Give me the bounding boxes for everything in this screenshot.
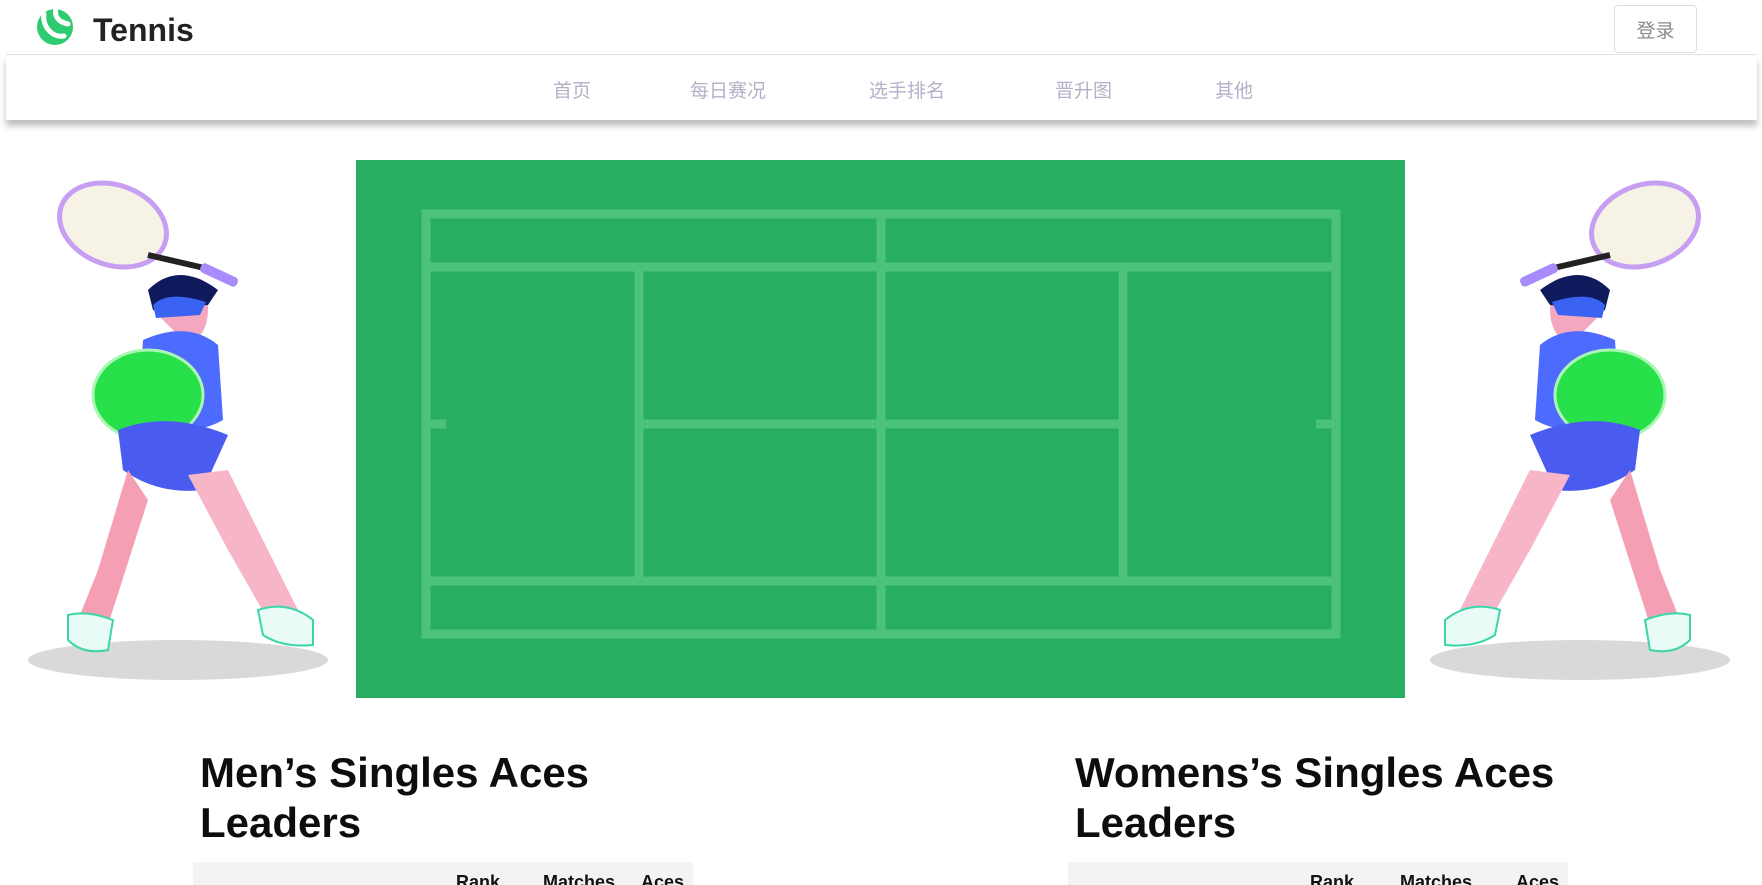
nav-item-player-rankings[interactable]: 选手排名	[869, 76, 945, 103]
womens-col-aces[interactable]: Aces	[1516, 872, 1559, 885]
womens-aces-leaders-title: Womens’s Singles Aces Leaders	[1075, 749, 1555, 846]
tennis-court-graphic	[356, 160, 1405, 698]
nav-item-other[interactable]: 其他	[1215, 76, 1253, 103]
womens-col-rank[interactable]: Rank	[1310, 872, 1354, 885]
mens-aces-leaders-title: Men’s Singles Aces Leaders	[200, 749, 590, 846]
nav-item-draw-chart[interactable]: 晋升图	[1055, 76, 1112, 103]
mens-col-matches[interactable]: Matches	[543, 872, 615, 885]
mens-col-aces[interactable]: Aces	[641, 872, 684, 885]
mens-aces-table-header: Rank Matches Aces	[193, 862, 693, 885]
nav-item-daily-results[interactable]: 每日赛况	[690, 76, 766, 103]
womens-aces-table-header: Rank Matches Aces	[1068, 862, 1568, 885]
login-button[interactable]: 登录	[1614, 5, 1697, 53]
main-nav: 首页 每日赛况 选手排名 晋升图 其他	[6, 56, 1757, 120]
nav-item-home[interactable]: 首页	[553, 76, 591, 103]
brand-title[interactable]: Tennis	[93, 12, 194, 49]
womens-col-matches[interactable]: Matches	[1400, 872, 1472, 885]
top-bar: Tennis 登录	[6, 0, 1757, 55]
logo-icon	[37, 5, 73, 45]
mens-col-rank[interactable]: Rank	[456, 872, 500, 885]
tennis-player-illustration-right	[1430, 180, 1730, 680]
tennis-player-illustration-left	[28, 180, 328, 680]
